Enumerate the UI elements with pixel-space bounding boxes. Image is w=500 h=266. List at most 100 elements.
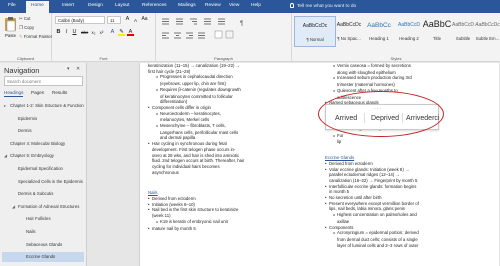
- nav-heading-item[interactable]: Dermis: [2, 126, 84, 136]
- nav-heading-item[interactable]: Epidermis: [2, 114, 84, 124]
- brush-icon: ✎: [19, 34, 23, 39]
- nav-heading-label: Epidermis: [18, 115, 38, 121]
- style-title[interactable]: AaBbC Title: [422, 16, 452, 47]
- style-sample: AaBbCc: [367, 22, 391, 29]
- italic-button[interactable]: I: [63, 29, 70, 36]
- document-page[interactable]: keratinization (11–15) → canalization (1…: [139, 63, 499, 266]
- tab-insert[interactable]: Insert: [62, 3, 74, 8]
- nav-heading-item[interactable]: Specialized Cells in the Epidermis: [2, 177, 84, 187]
- style-subtitle[interactable]: AaBbCcD Subtitle: [450, 16, 476, 47]
- lightbulb-icon: [290, 3, 294, 8]
- right-column: Vernix caseosa = formed by secretionsalo…: [325, 63, 419, 248]
- shrink-font-icon[interactable]: A: [132, 17, 139, 24]
- nav-heading-item[interactable]: Hair Follicles: [2, 214, 84, 224]
- font-group: Calibri (Body) 11 A A Aa B I U abc x₂ x²…: [52, 13, 156, 62]
- pane-options-icon[interactable]: ▾: [67, 66, 70, 72]
- tab-help[interactable]: Help: [251, 3, 261, 8]
- nav-heading-item[interactable]: Epidermal Specification: [2, 164, 84, 174]
- nav-heading-item[interactable]: ◢ Formation of Adnexal Structures: [2, 202, 84, 212]
- nav-heading-label: Chapter 4: Molecular Biology: [10, 140, 66, 146]
- style-no-spacing[interactable]: AaBbCcDc ¶ No Spac...: [330, 16, 368, 47]
- copy-label: Copy: [24, 25, 35, 30]
- document-line: Mesenchyme – fibroblasts, T cells,: [148, 123, 244, 130]
- suggestion-arrivederci[interactable]: Arrivederci: [406, 115, 439, 122]
- style-name: ¶ No Spac...: [337, 36, 361, 41]
- nav-heading-item[interactable]: ◢ Chapter 5: Embryology: [2, 151, 84, 161]
- underline-button[interactable]: U: [71, 29, 78, 36]
- nav-heading-label: Chapter 5: Embryology: [10, 153, 54, 159]
- left-column: keratinization (11–15) → canalization (1…: [148, 63, 244, 231]
- tab-references[interactable]: References: [142, 3, 167, 8]
- style-name: Heading 1: [369, 36, 389, 41]
- scissors-icon: ✂: [19, 16, 23, 21]
- copy-icon: ❐: [19, 25, 23, 30]
- suggestion-arrived[interactable]: Arrived: [335, 115, 357, 122]
- ribbon: Paste ✂ Cut ❐ Copy ✎ Format Painter Clip…: [0, 13, 500, 62]
- grow-font-icon[interactable]: A: [124, 16, 131, 23]
- change-case-icon[interactable]: Aa: [141, 16, 148, 23]
- tell-me-text: Tell me what you want to do: [297, 4, 357, 9]
- tab-file[interactable]: File: [8, 3, 16, 8]
- highlight-icon[interactable]: ✎: [118, 29, 125, 36]
- clipboard-group: Paste ✂ Cut ❐ Copy ✎ Format Painter Clip…: [0, 13, 52, 62]
- navigation-pane: Navigation ▾ ✕ Search document Headings …: [0, 63, 87, 266]
- nav-tab-headings[interactable]: Headings: [4, 90, 24, 97]
- style-subtle-emphasis[interactable]: AaBbCcDc Subtle Em...: [475, 16, 500, 47]
- tab-review[interactable]: Review: [205, 3, 221, 8]
- format-painter-button[interactable]: ✎ Format Painter: [19, 34, 52, 40]
- document-line: from dermal duct cells; consists of a si…: [337, 236, 418, 242]
- nav-heading-item[interactable]: Eccrine Glands: [2, 252, 84, 263]
- font-color-icon[interactable]: A: [127, 29, 134, 36]
- paste-button[interactable]: Paste: [4, 16, 17, 42]
- paragraph-group: ¶ Paragraph: [156, 13, 292, 62]
- cut-button[interactable]: ✂ Cut: [19, 16, 31, 22]
- paragraph-tools-icon[interactable]: ¶: [160, 17, 285, 43]
- tell-me-search[interactable]: Tell me what you want to do: [290, 3, 356, 9]
- nav-heading-item[interactable]: Dermis & Subcutis: [2, 189, 84, 199]
- document-line: Highest concentration on palms/soles and: [325, 212, 419, 219]
- nav-search-input[interactable]: Search document: [4, 76, 83, 86]
- nav-heading-label: Hair Follicles: [26, 216, 51, 222]
- font-size-select[interactable]: 11: [107, 16, 121, 24]
- tab-layout[interactable]: Layout: [115, 3, 129, 8]
- document-line: For: [325, 133, 419, 140]
- copy-button[interactable]: ❐ Copy: [19, 25, 34, 31]
- style-sample: AaBbCcD: [398, 22, 420, 28]
- document-line: keratinization (11–15) → canalization (1…: [148, 63, 240, 68]
- nav-tab-pages[interactable]: Pages: [31, 90, 44, 95]
- document-line: development. First telogen phase occurs …: [152, 146, 236, 152]
- nav-heading-item[interactable]: Nails: [2, 227, 84, 237]
- cut-label: Cut: [23, 16, 31, 21]
- strikethrough-icon[interactable]: abc: [81, 29, 88, 36]
- ribbon-tab-bar: File Home Insert Design Layout Reference…: [0, 0, 500, 13]
- nav-heading-label: Sebaceous Glands: [26, 241, 63, 247]
- suggestion-deprived[interactable]: Deprived: [371, 115, 399, 122]
- font-name-select[interactable]: Calibri (Body): [55, 16, 105, 24]
- nav-tab-results[interactable]: Results: [52, 90, 67, 95]
- more-options-icon[interactable]: ···: [374, 106, 382, 112]
- superscript-icon[interactable]: x²: [98, 29, 105, 36]
- tab-view[interactable]: View: [229, 3, 239, 8]
- style-heading-2[interactable]: AaBbCcD Heading 2: [394, 16, 424, 47]
- style-sample: AaBbC: [422, 19, 452, 29]
- tab-design[interactable]: Design: [88, 3, 103, 8]
- paste-icon: [5, 17, 16, 32]
- nav-heading-label: Dermis: [18, 128, 32, 134]
- nav-heading-item[interactable]: Sebaceous Glands: [2, 240, 84, 250]
- nav-heading-item[interactable]: Chapter 4: Molecular Biology: [2, 139, 84, 149]
- style-name: Subtle Em...: [475, 36, 500, 41]
- text-effects-icon[interactable]: A: [109, 29, 116, 36]
- style-heading-1[interactable]: AaBbCc Heading 1: [364, 16, 394, 47]
- close-icon[interactable]: ✕: [76, 66, 80, 72]
- document-line: Neuroectoderm – keratinocytes,: [148, 111, 244, 118]
- tab-mailings[interactable]: Mailings: [178, 3, 196, 8]
- nav-heading-label: Chapter 1-2: Skin Structure & Function: [10, 103, 84, 108]
- bold-button[interactable]: B: [55, 29, 62, 36]
- tab-home[interactable]: Home: [26, 1, 49, 13]
- divider: [402, 113, 403, 123]
- nav-heading-item[interactable]: ▸ Chapter 1-2: Skin Structure & Function: [2, 101, 84, 111]
- font-label: Font: [99, 56, 108, 61]
- subscript-icon[interactable]: x₂: [90, 29, 97, 36]
- document-line: Acrosyringium = epidermal portion; deriv…: [325, 230, 419, 237]
- style-name: ¶ Normal: [306, 37, 324, 42]
